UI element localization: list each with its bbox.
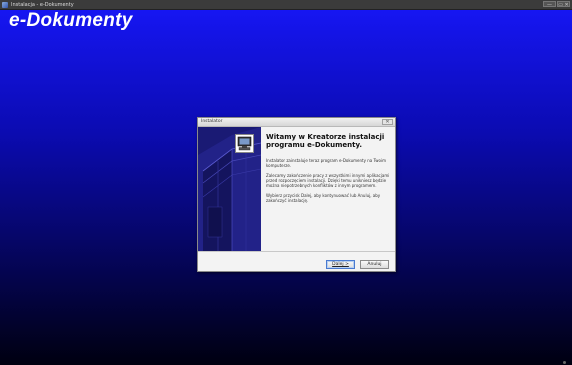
wizard-content: Witamy w Kreatorze instalacji programu e… (266, 133, 392, 203)
restore-close-button[interactable]: ▭ ✕ (557, 1, 570, 8)
next-button-label: Dalej > (332, 262, 349, 267)
cancel-button[interactable]: Anuluj (360, 260, 389, 269)
window-controls: — ▭ ✕ (543, 1, 570, 8)
minimize-button[interactable]: — (543, 1, 556, 8)
screen: Instalacja - e-Dokumenty — ▭ ✕ e-Dokumen… (0, 0, 572, 365)
dialog-title: Instalator (201, 119, 223, 124)
wizard-side-banner (198, 127, 261, 251)
brand-title: e-Dokumenty (9, 10, 133, 31)
corner-mark (563, 361, 566, 364)
app-icon (2, 1, 8, 8)
window-title: Instalacja - e-Dokumenty (11, 1, 74, 8)
wizard-heading: Witamy w Kreatorze instalacji programu e… (266, 133, 385, 150)
dialog-titlebar[interactable]: Instalator ✕ (198, 118, 395, 127)
footer-divider (198, 251, 395, 252)
installer-computer-icon (235, 134, 254, 153)
instruction-paragraph: Wybierz przycisk Dalej, aby kontynuować … (266, 192, 381, 203)
setup-wizard-dialog: Instalator ✕ Witamy w Kreatorze instalac… (197, 117, 396, 272)
next-button[interactable]: Dalej > (326, 260, 355, 269)
window-titlebar[interactable]: Instalacja - e-Dokumenty — ▭ ✕ (0, 0, 572, 10)
dialog-close-button[interactable]: ✕ (382, 119, 393, 125)
intro-paragraph: Instalator zainstaluje teraz program e-D… (266, 157, 386, 168)
recommendation-paragraph: Zalecamy zakończenie pracy z wszystkimi … (266, 172, 390, 188)
